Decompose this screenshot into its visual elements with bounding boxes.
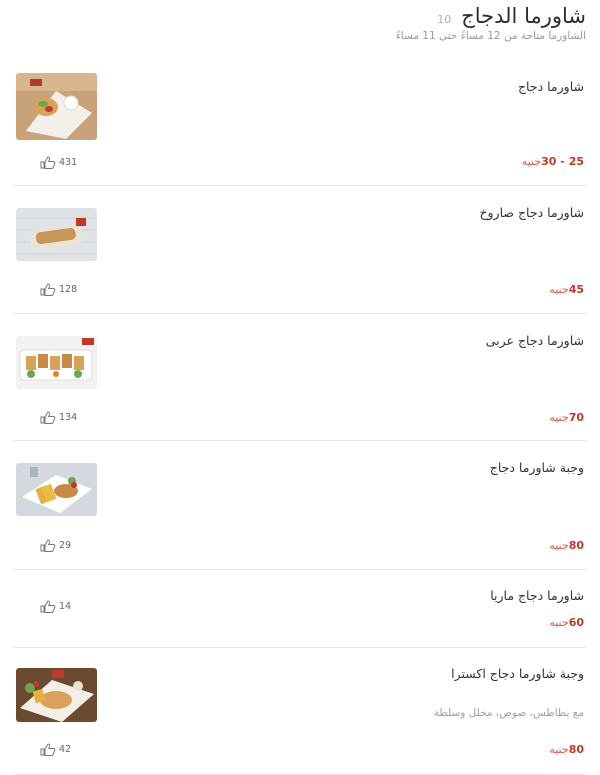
menu-item[interactable]: وجبة شاورما دجاج اكسترا مع بطاطس، صوص، م…: [14, 666, 586, 775]
thumbs-up-icon: [40, 743, 56, 756]
item-name: وجبة شاورما دجاج اكسترا: [451, 666, 584, 681]
item-count: 10: [437, 13, 452, 26]
menu-item[interactable]: شاورما دجاج ماريا 60جنيه 14: [14, 588, 586, 648]
item-image[interactable]: [16, 73, 97, 140]
likes-counter[interactable]: 42: [40, 743, 71, 756]
menu-item[interactable]: شاورما دجاج عربى 70جنيه 134: [14, 333, 586, 441]
likes-count: 134: [59, 412, 78, 423]
item-price: 60جنيه: [549, 616, 584, 629]
item-name: شاورما دجاج عربى: [485, 333, 584, 348]
menu-item[interactable]: شاورما دجاج صاروخ 45جنيه 128: [14, 205, 586, 314]
item-price: 70جنيه: [549, 411, 584, 424]
menu-item[interactable]: وجبة شاورما دجاج 80جنيه 29: [14, 460, 586, 570]
thumbs-up-icon: [40, 539, 56, 552]
likes-counter[interactable]: 128: [40, 283, 77, 296]
item-price: 80جنيه: [549, 743, 584, 756]
thumbs-up-icon: [40, 283, 56, 296]
thumbs-up-icon: [40, 411, 56, 424]
likes-counter[interactable]: 134: [40, 411, 77, 424]
item-description: مع بطاطس، صوص، مخلل وسلطة: [433, 707, 584, 719]
section-subtitle: الشاورما متاحة من 12 مساءً حتى 11 مساءً: [395, 30, 586, 42]
menu-item[interactable]: شاورما دجاج 25 - 30جنيه 431: [14, 73, 586, 186]
item-name: شاورما دجاج صاروخ: [479, 205, 584, 220]
likes-count: 14: [59, 601, 72, 612]
item-image[interactable]: [16, 208, 97, 261]
thumbs-up-icon: [40, 156, 56, 169]
likes-count: 29: [59, 540, 72, 551]
item-price: 80جنيه: [549, 539, 584, 552]
menu-section-header: شاورما الدجاج 10 الشاورما متاحة من 12 مس…: [14, 4, 586, 42]
thumbs-up-icon: [40, 600, 56, 613]
likes-count: 128: [59, 284, 78, 295]
likes-counter[interactable]: 29: [40, 539, 71, 552]
likes-counter[interactable]: 14: [40, 600, 71, 613]
item-image[interactable]: [16, 668, 97, 722]
likes-counter[interactable]: 431: [40, 156, 77, 169]
item-name: شاورما دجاج ماريا: [490, 588, 584, 603]
likes-count: 42: [59, 744, 72, 755]
item-price: 25 - 30جنيه: [521, 155, 584, 168]
section-title: شاورما الدجاج: [461, 4, 586, 28]
likes-count: 431: [59, 157, 78, 168]
item-image[interactable]: [16, 463, 97, 516]
item-price: 45جنيه: [549, 283, 584, 296]
item-name: وجبة شاورما دجاج: [489, 460, 584, 475]
item-image[interactable]: [16, 336, 97, 389]
item-name: شاورما دجاج: [517, 79, 584, 94]
